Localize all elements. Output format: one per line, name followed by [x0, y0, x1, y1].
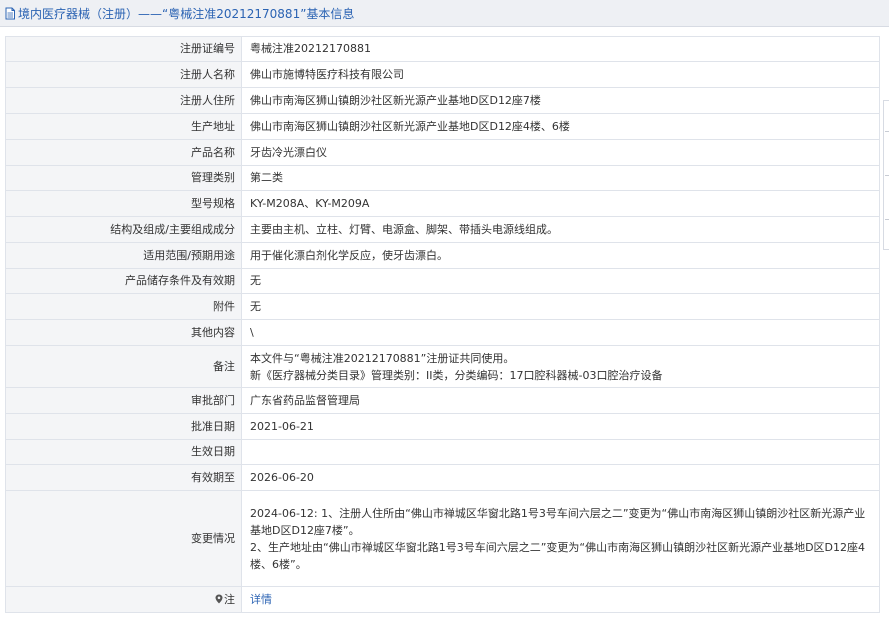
field-value: 广东省药品监督管理局 [241, 387, 880, 414]
table-row: 适用范围/预期用途 用于催化漂白剂化学反应，使牙齿漂白。 [5, 242, 880, 269]
field-label: 附件 [5, 293, 242, 320]
table-row: 附件 无 [5, 293, 880, 320]
field-value [241, 439, 880, 465]
field-label: 产品储存条件及有效期 [5, 268, 242, 294]
field-value: 2026-06-20 [241, 464, 880, 491]
field-label: 有效期至 [5, 464, 242, 491]
field-value: 主要由主机、立柱、灯臂、电源盒、脚架、带插头电源线组成。 [241, 216, 880, 243]
table-row: 产品储存条件及有效期 无 [5, 268, 880, 294]
field-label: 管理类别 [5, 165, 242, 191]
field-value: 2024-06-12: 1、注册人住所由“佛山市禅城区华窗北路1号3号车间六层之… [241, 490, 880, 587]
field-label: 适用范围/预期用途 [5, 242, 242, 269]
field-label: 批准日期 [5, 413, 242, 440]
page-header: 境内医疗器械（注册）——“粤械注准20212170881”基本信息 [0, 0, 889, 27]
field-label: 结构及组成/主要组成成分 [5, 216, 242, 243]
field-label: 注册人住所 [5, 87, 242, 114]
field-value: 无 [241, 268, 880, 294]
table-row: 其他内容 \ [5, 319, 880, 346]
field-label: 生效日期 [5, 439, 242, 465]
table-row: 注册人住所 佛山市南海区狮山镇朗沙社区新光源产业基地D区D12座7楼 [5, 87, 880, 114]
field-label: 备注 [5, 345, 242, 388]
side-scroll-tab[interactable] [883, 100, 889, 250]
table-row: 型号规格 KY-M208A、KY-M209A [5, 190, 880, 217]
field-label: 其他内容 [5, 319, 242, 346]
details-link[interactable]: 详情 [250, 593, 272, 606]
field-value: 本文件与“粤械注准20212170881”注册证共同使用。 新《医疗器械分类目录… [241, 345, 880, 388]
remark-line: 本文件与“粤械注准20212170881”注册证共同使用。 [250, 351, 515, 365]
table-row: 注册人名称 佛山市施博特医疗科技有限公司 [5, 61, 880, 88]
field-value: 2021-06-21 [241, 413, 880, 440]
field-value: 佛山市南海区狮山镇朗沙社区新光源产业基地D区D12座7楼 [241, 87, 880, 114]
table-row: 生效日期 [5, 439, 880, 465]
field-value: 详情 [241, 586, 880, 613]
field-value: 佛山市施博特医疗科技有限公司 [241, 61, 880, 88]
document-icon [4, 7, 16, 20]
table-row: 变更情况 2024-06-12: 1、注册人住所由“佛山市禅城区华窗北路1号3号… [5, 490, 880, 587]
remark-line: 新《医疗器械分类目录》管理类别：II类，分类编码：17口腔科器械-03口腔治疗设… [250, 368, 663, 382]
field-value: KY-M208A、KY-M209A [241, 190, 880, 217]
field-label: 审批部门 [5, 387, 242, 414]
field-label: 注册证编号 [5, 36, 242, 62]
field-value: 粤械注准20212170881 [241, 36, 880, 62]
info-table: 注册证编号 粤械注准20212170881 注册人名称 佛山市施博特医疗科技有限… [5, 36, 880, 613]
table-row: 审批部门 广东省药品监督管理局 [5, 387, 880, 414]
field-value: 第二类 [241, 165, 880, 191]
table-row: 批准日期 2021-06-21 [5, 413, 880, 440]
table-row: 结构及组成/主要组成成分 主要由主机、立柱、灯臂、电源盒、脚架、带插头电源线组成… [5, 216, 880, 243]
side-tick [885, 219, 889, 220]
side-tick [885, 131, 889, 132]
page-title: 境内医疗器械（注册）——“粤械注准20212170881”基本信息 [18, 6, 355, 21]
change-line: 2024-06-12: 1、注册人住所由“佛山市禅城区华窗北路1号3号车间六层之… [250, 506, 866, 537]
field-value: 用于催化漂白剂化学反应，使牙齿漂白。 [241, 242, 880, 269]
field-label: 注册人名称 [5, 61, 242, 88]
table-row: 产品名称 牙齿冷光漂白仪 [5, 139, 880, 166]
table-row: 有效期至 2026-06-20 [5, 464, 880, 491]
table-row: 管理类别 第二类 [5, 165, 880, 191]
table-row: 备注 本文件与“粤械注准20212170881”注册证共同使用。 新《医疗器械分… [5, 345, 880, 388]
field-label: 注 [5, 586, 242, 613]
note-label: 注 [224, 592, 235, 606]
field-label: 产品名称 [5, 139, 242, 166]
change-line: 2、生产地址由“佛山市禅城区华窗北路1号3号车间六层之二”变更为“佛山市南海区狮… [250, 540, 866, 571]
field-label: 型号规格 [5, 190, 242, 217]
field-value: 佛山市南海区狮山镇朗沙社区新光源产业基地D区D12座4楼、6楼 [241, 113, 880, 140]
field-label: 变更情况 [5, 490, 242, 587]
field-value: \ [241, 319, 880, 346]
table-row: 注册证编号 粤械注准20212170881 [5, 36, 880, 62]
table-row: 生产地址 佛山市南海区狮山镇朗沙社区新光源产业基地D区D12座4楼、6楼 [5, 113, 880, 140]
map-pin-icon [215, 593, 223, 603]
field-value: 无 [241, 293, 880, 320]
field-label: 生产地址 [5, 113, 242, 140]
side-tick [885, 175, 889, 176]
field-value: 牙齿冷光漂白仪 [241, 139, 880, 166]
table-row: 注 详情 [5, 586, 880, 613]
